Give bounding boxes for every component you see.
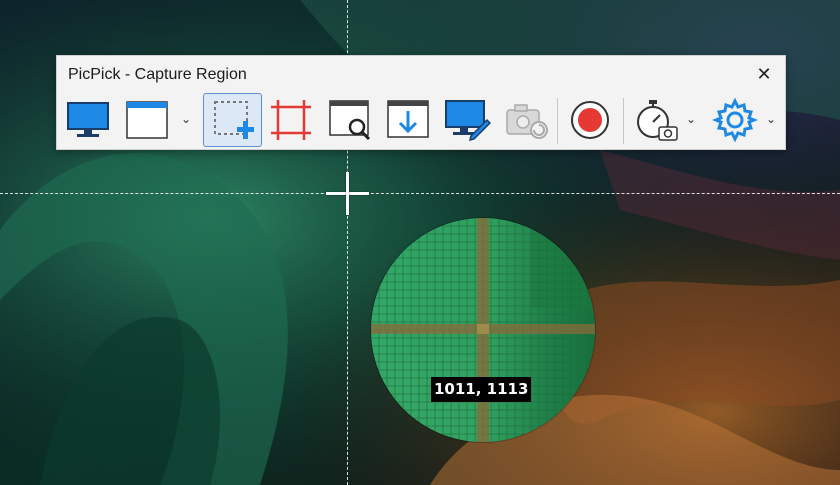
crosshair-guide-horizontal <box>0 193 840 194</box>
fixed-region-icon <box>271 100 311 140</box>
monitor-icon <box>67 102 109 137</box>
chevron-down-icon: ⌄ <box>685 112 697 126</box>
capture-fullscreen-button[interactable] <box>60 93 116 147</box>
monitor-pen-icon <box>445 100 491 142</box>
region-select-icon <box>213 101 254 139</box>
window-title: PicPick - Capture Region <box>68 66 247 83</box>
window-search-icon <box>329 100 371 141</box>
magnified-pixels <box>371 218 595 442</box>
capture-scrolling-window-button[interactable] <box>380 93 436 147</box>
toolbar-separator <box>557 98 558 144</box>
window-icon <box>126 101 168 139</box>
timer-capture-button[interactable] <box>628 93 684 147</box>
toolbar-separator <box>623 98 624 144</box>
capture-toolbar[interactable]: PicPick - Capture Region ✕ ⌄ ⌄ ⌄ <box>56 55 786 150</box>
close-button[interactable]: ✕ <box>753 63 775 85</box>
timer-dropdown[interactable]: ⌄ <box>683 110 699 128</box>
active-window-dropdown[interactable]: ⌄ <box>178 110 194 128</box>
record-screen-button[interactable] <box>562 93 618 147</box>
crosshair-cursor-vertical <box>346 172 349 215</box>
settings-button[interactable] <box>707 93 763 147</box>
capture-active-window-button[interactable] <box>119 93 175 147</box>
scroll-window-icon <box>387 100 429 138</box>
capture-window-control-button[interactable] <box>322 93 378 147</box>
magnifier-loupe <box>370 217 596 443</box>
capture-region-button[interactable] <box>203 93 262 147</box>
record-icon <box>571 101 609 139</box>
gear-icon <box>712 97 758 143</box>
capture-freehand-button[interactable] <box>439 93 495 147</box>
camera-repeat-icon <box>506 104 548 139</box>
capture-fixed-region-button[interactable] <box>263 93 319 147</box>
timer-camera-icon <box>637 100 678 141</box>
chevron-down-icon: ⌄ <box>765 112 777 126</box>
settings-dropdown[interactable]: ⌄ <box>763 110 779 128</box>
repeat-last-capture-button[interactable] <box>498 93 554 147</box>
coordinate-readout: 1011, 1113 <box>431 377 532 402</box>
chevron-down-icon: ⌄ <box>180 112 192 126</box>
